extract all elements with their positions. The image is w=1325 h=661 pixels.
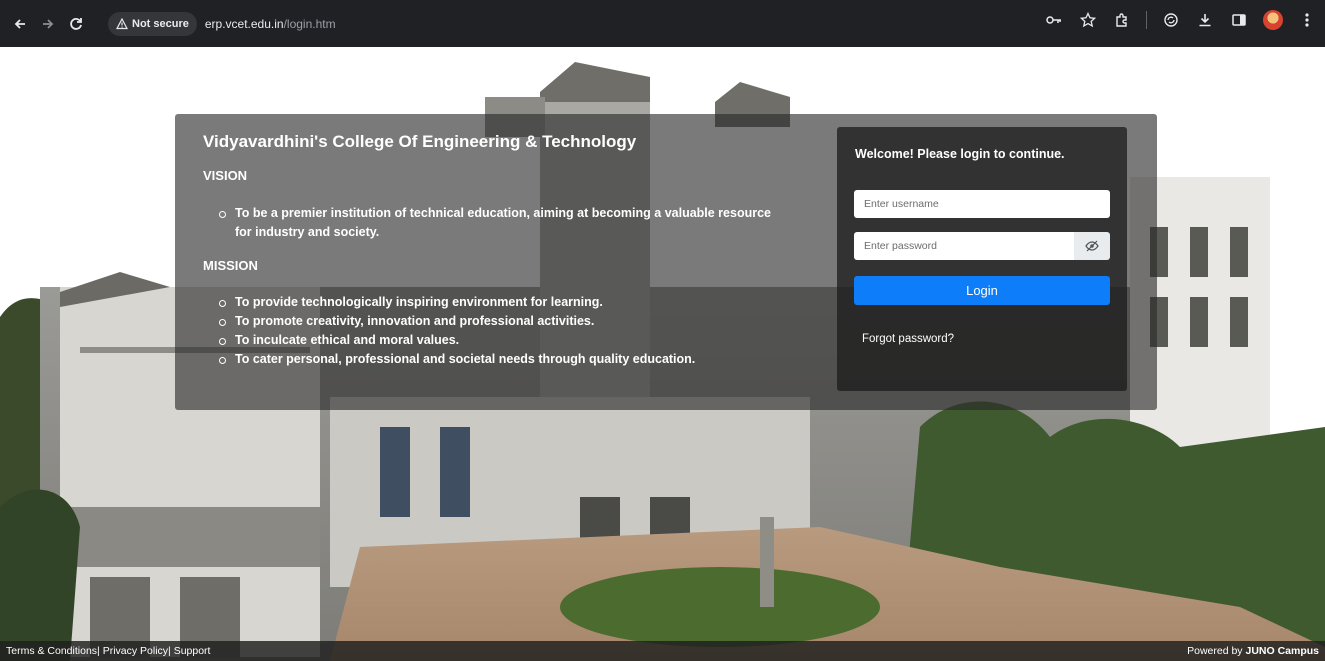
login-form: Welcome! Please login to continue. Login… [837,127,1127,391]
mission-item: To promote creativity, innovation and pr… [219,312,779,331]
support-link[interactable]: Support [174,645,211,657]
security-label: Not secure [132,17,189,30]
vision-item: To be a premier institution of technical… [219,204,779,242]
toggle-password-button[interactable] [1074,232,1110,260]
url-text: erp.vcet.edu.in/login.htm [205,17,336,31]
footer-links: Terms & Conditions| Privacy Policy| Supp… [6,645,210,657]
sidepanel-icon[interactable] [1229,10,1249,30]
vision-list: To be a premier institution of technical… [219,204,779,242]
mission-item: To provide technologically inspiring env… [219,293,779,312]
terms-link[interactable]: Terms & Conditions| [6,645,100,657]
extensions-icon[interactable] [1112,10,1132,30]
powered-brand: JUNO Campus [1245,645,1319,657]
url-host: erp.vcet.edu.in [204,16,284,31]
menu-icon[interactable] [1297,10,1317,30]
sync-icon[interactable] [1161,10,1181,30]
mission-list: To provide technologically inspiring env… [219,293,779,369]
mission-item: To cater personal, professional and soci… [219,350,779,369]
key-icon[interactable] [1044,10,1064,30]
avatar[interactable] [1263,10,1283,30]
address-bar[interactable]: Not secure erp.vcet.edu.in/login.htm [108,8,1108,39]
login-button[interactable]: Login [854,276,1110,305]
star-icon[interactable] [1078,10,1098,30]
eye-slash-icon [1085,240,1099,252]
password-group [854,232,1110,260]
powered-by: Powered by JUNO Campus [1187,645,1319,657]
reload-icon[interactable] [62,10,90,38]
login-page: Vidyavardhini's College Of Engineering &… [0,47,1325,661]
mission-heading: MISSION [203,258,258,273]
password-input[interactable] [854,232,1074,260]
toolbar-divider [1146,11,1147,29]
mission-item: To inculcate ethical and moral values. [219,331,779,350]
url-path: /login.htm [283,16,336,31]
browser-toolbar: Not secure erp.vcet.edu.in/login.htm [0,0,1325,47]
forgot-password-link[interactable]: Forgot password? [862,333,954,345]
college-name: Vidyavardhini's College Of Engineering &… [203,132,637,151]
forward-icon[interactable] [34,10,62,38]
powered-prefix: Powered by [1187,645,1243,657]
vision-heading: VISION [203,168,248,183]
username-input[interactable] [854,190,1110,218]
back-icon[interactable] [6,10,34,38]
security-chip[interactable]: Not secure [108,11,197,36]
privacy-link[interactable]: Privacy Policy| [103,645,171,657]
download-icon[interactable] [1195,10,1215,30]
warning-icon [116,17,128,29]
welcome-text: Welcome! Please login to continue. [855,147,1065,161]
footer: Terms & Conditions| Privacy Policy| Supp… [0,641,1325,661]
